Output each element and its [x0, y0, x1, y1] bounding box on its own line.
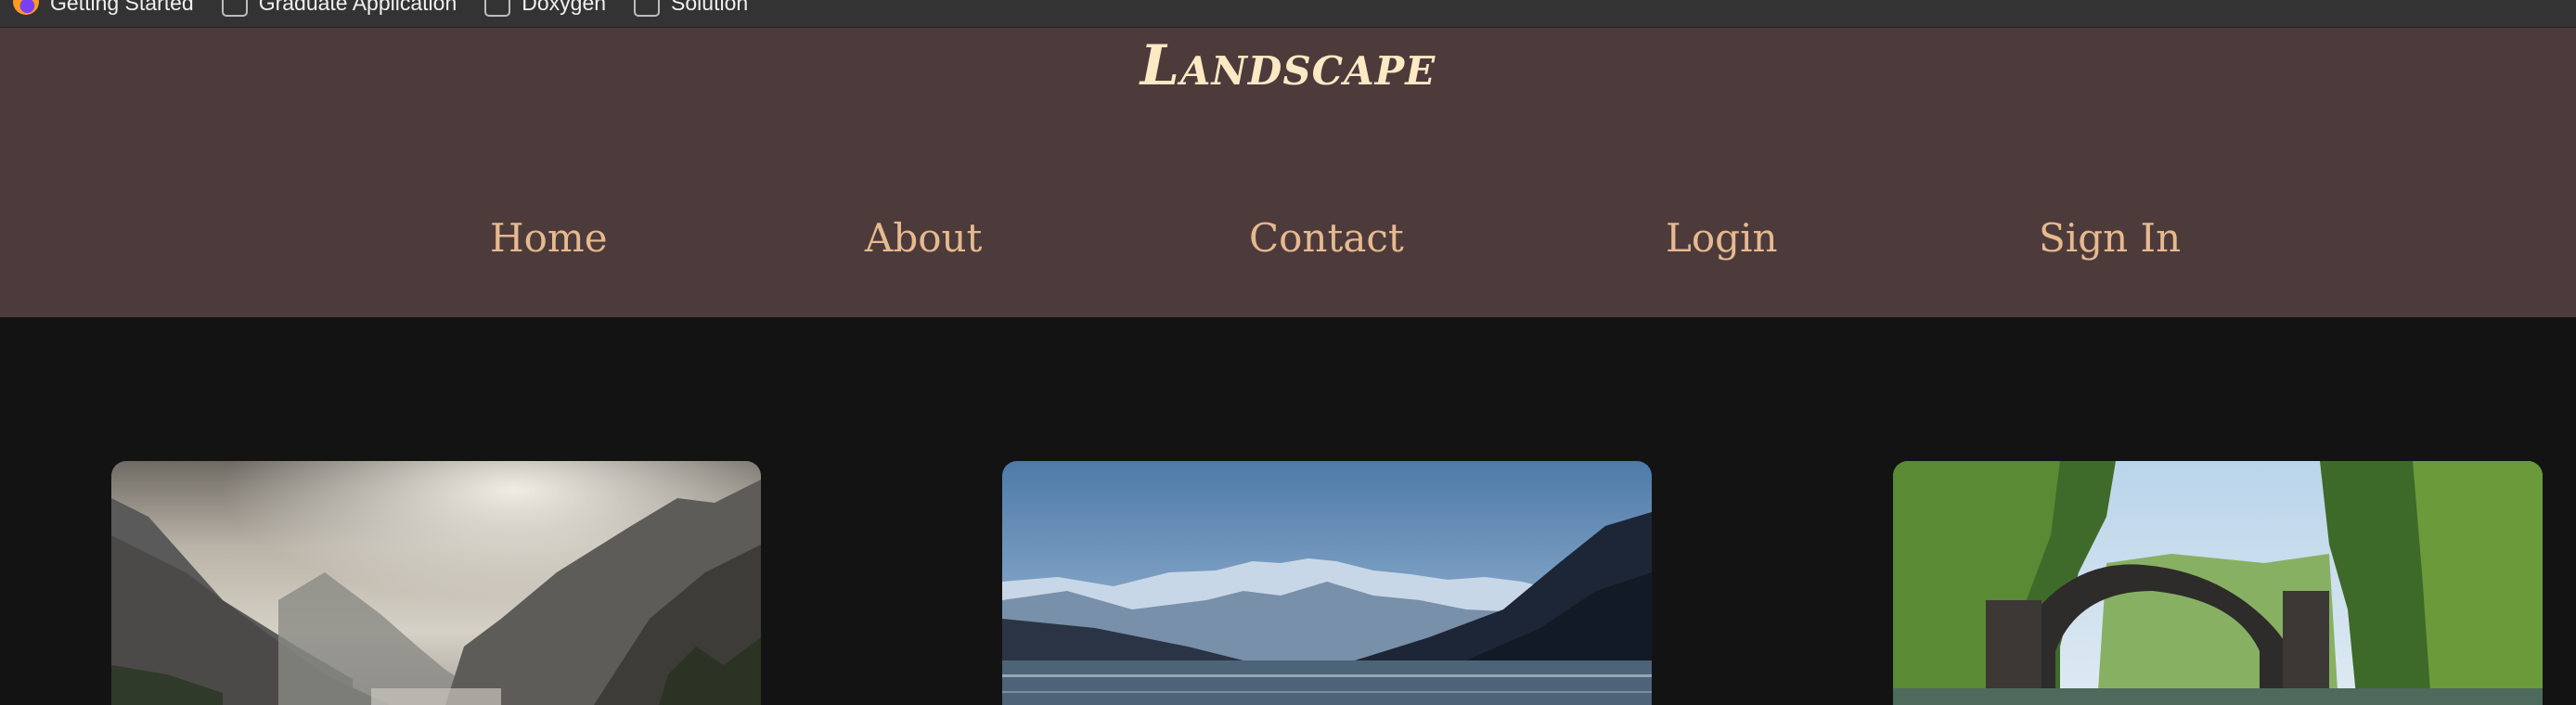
- card-stone-arch-bridge[interactable]: [1893, 461, 2543, 705]
- card-mountain-valley[interactable]: [111, 461, 761, 705]
- mountain-lake-photo: [1002, 461, 1652, 705]
- bookmark-getting-started[interactable]: Getting Started: [13, 0, 194, 20]
- bookmark-graduate-application[interactable]: Graduate Application: [221, 0, 457, 20]
- card-mountain-lake[interactable]: [1002, 461, 1652, 705]
- bookmark-label: Solution: [671, 0, 749, 15]
- bookmark-label: Getting Started: [50, 0, 194, 15]
- bookmark-label: Doxygen: [522, 0, 607, 15]
- nav-contact-link[interactable]: Contact: [1249, 215, 1404, 261]
- nav-signin-link[interactable]: Sign In: [2039, 215, 2181, 261]
- bookmark-label: Graduate Application: [258, 0, 457, 15]
- main-nav: Home About Contact Login Sign In: [0, 215, 2576, 271]
- folder-icon: [484, 0, 511, 17]
- nav-about-link[interactable]: About: [865, 215, 982, 261]
- bookmark-doxygen[interactable]: Doxygen: [484, 0, 606, 20]
- folder-icon: [221, 0, 248, 17]
- folder-icon: [634, 0, 661, 17]
- nav-home-link[interactable]: Home: [490, 215, 608, 261]
- firefox-icon: [13, 0, 39, 15]
- site-title: Landscape: [1140, 33, 1436, 98]
- site-header: Landscape Home About Contact Login Sign …: [0, 28, 2576, 317]
- nav-login-link[interactable]: Login: [1666, 215, 1778, 261]
- stone-arch-bridge-photo: [1893, 461, 2543, 705]
- mountain-valley-photo: [111, 461, 761, 705]
- bookmarks-bar: Getting Started Graduate Application Dox…: [0, 0, 2576, 28]
- bookmark-solution[interactable]: Solution: [634, 0, 748, 20]
